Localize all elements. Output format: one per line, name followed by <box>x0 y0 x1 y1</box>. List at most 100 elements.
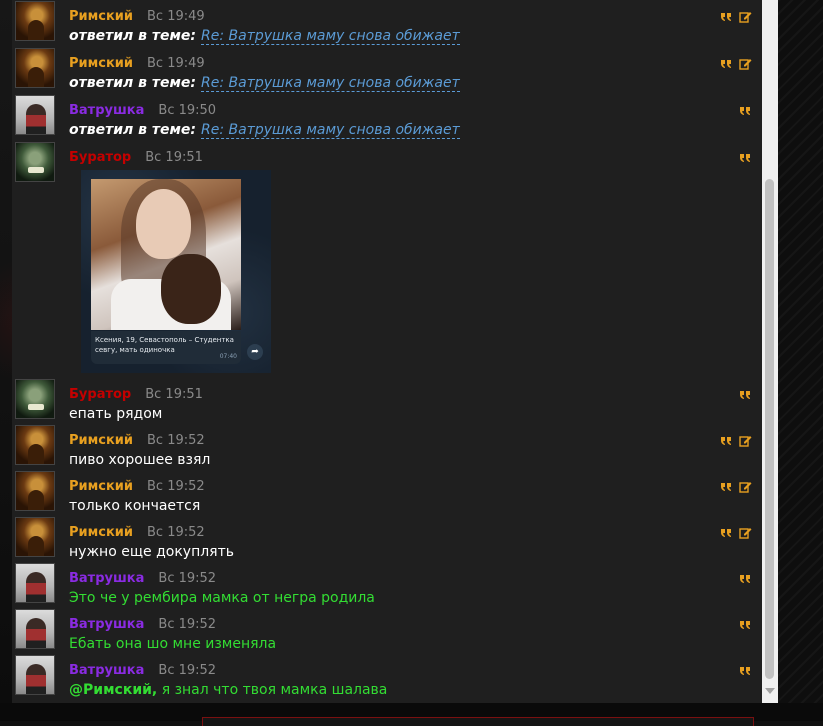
avatar[interactable] <box>15 1 55 41</box>
chat-message: Буратор Вс 19:51 епать рядом <box>12 378 762 424</box>
message-header: Буратор Вс 19:51 <box>69 388 203 402</box>
message-actions <box>720 434 752 447</box>
message-time: Вс 19:52 <box>158 617 217 632</box>
quote-icon[interactable] <box>739 664 752 677</box>
chat-message: Римский Вс 19:52 пиво хорошее взял <box>12 424 762 470</box>
message-header: Римский Вс 19:52 <box>69 480 205 494</box>
message-actions <box>720 10 752 23</box>
message-header: Ватрушка Вс 19:50 <box>69 104 216 118</box>
avatar[interactable] <box>15 517 55 557</box>
quote-icon[interactable] <box>720 526 733 539</box>
message-text: Это че у рембира мамка от негра родила <box>69 590 375 606</box>
message-header: Римский Вс 19:52 <box>69 526 205 540</box>
topic-prefix: ответил в теме: <box>69 122 197 138</box>
share-icon[interactable]: ➦ <box>247 344 263 360</box>
author-name[interactable]: Ватрушка <box>69 617 144 632</box>
message-header: Римский Вс 19:52 <box>69 434 205 448</box>
avatar[interactable] <box>15 609 55 649</box>
edit-icon[interactable] <box>739 526 752 539</box>
message-time: Вс 19:52 <box>158 571 217 586</box>
scrollbar-thumb[interactable] <box>765 179 774 679</box>
message-time: Вс 19:52 <box>158 663 217 678</box>
quote-icon[interactable] <box>720 480 733 493</box>
author-name[interactable]: Римский <box>69 433 133 448</box>
edit-icon[interactable] <box>739 480 752 493</box>
message-body: ответил в теме: Re: Ватрушка маму снова о… <box>69 121 460 139</box>
message-actions <box>739 664 752 677</box>
chat-message: Ватрушка Вс 19:52 @Римский, я знал что тв… <box>12 654 762 703</box>
quote-icon[interactable] <box>739 104 752 117</box>
edit-icon[interactable] <box>739 434 752 447</box>
topic-link[interactable]: Re: Ватрушка маму снова обижает <box>201 75 460 92</box>
author-name[interactable]: Ватрушка <box>69 663 144 678</box>
message-text: только кончается <box>69 498 201 514</box>
message-input-edge[interactable] <box>202 717 754 726</box>
mention[interactable]: @Римский, <box>69 682 157 698</box>
avatar[interactable] <box>15 471 55 511</box>
message-actions <box>739 388 752 401</box>
topic-link[interactable]: Re: Ватрушка маму снова обижает <box>201 28 460 45</box>
message-actions <box>739 104 752 117</box>
quote-icon[interactable] <box>739 572 752 585</box>
chat-message: Ватрушка Вс 19:52 Это че у рембира мамка … <box>12 562 762 608</box>
author-name[interactable]: Римский <box>69 525 133 540</box>
image-timestamp: 07:40 <box>219 353 237 360</box>
message-time: Вс 19:51 <box>145 387 203 402</box>
chat-scrollbar[interactable] <box>762 0 778 703</box>
message-time: Вс 19:49 <box>147 56 205 71</box>
avatar[interactable] <box>15 95 55 135</box>
message-time: Вс 19:51 <box>145 150 203 165</box>
chat-message: Ватрушка Вс 19:50 ответил в теме: Re: Ватр… <box>12 94 762 141</box>
quote-icon[interactable] <box>720 10 733 23</box>
message-actions <box>720 480 752 493</box>
message-time: Вс 19:49 <box>147 9 205 24</box>
message-time: Вс 19:52 <box>147 479 205 494</box>
quote-icon[interactable] <box>739 618 752 631</box>
message-actions <box>720 57 752 70</box>
message-text: епать рядом <box>69 406 163 422</box>
author-name[interactable]: Буратор <box>69 150 131 165</box>
topic-link[interactable]: Re: Ватрушка маму снова обижает <box>201 122 460 139</box>
edit-icon[interactable] <box>739 57 752 70</box>
message-text: я знал что твоя мамка шалава <box>157 682 388 698</box>
bottom-bar <box>0 703 823 726</box>
avatar[interactable] <box>15 379 55 419</box>
avatar[interactable] <box>15 142 55 182</box>
message-time: Вс 19:52 <box>147 433 205 448</box>
image-caption-text: Ксения, 19, Севастополь – Студентка севг… <box>95 336 234 354</box>
author-name[interactable]: Римский <box>69 56 133 71</box>
message-text: Ебать она шо мне изменяла <box>69 636 277 652</box>
quote-icon[interactable] <box>739 151 752 164</box>
quote-icon[interactable] <box>739 388 752 401</box>
avatar[interactable] <box>15 425 55 465</box>
topic-prefix: ответил в теме: <box>69 28 197 44</box>
topic-prefix: ответил в теме: <box>69 75 197 91</box>
message-actions <box>739 151 752 164</box>
message-body: ответил в теме: Re: Ватрушка маму снова о… <box>69 74 460 92</box>
scroll-down-icon[interactable] <box>765 688 775 694</box>
author-name[interactable]: Ватрушка <box>69 103 144 118</box>
chat-message: Римский Вс 19:52 только кончается <box>12 470 762 516</box>
message-actions <box>720 526 752 539</box>
message-time: Вс 19:50 <box>158 103 217 118</box>
avatar[interactable] <box>15 563 55 603</box>
message-header: Римский Вс 19:49 <box>69 57 205 71</box>
attached-image[interactable]: Ксения, 19, Севастополь – Студентка севг… <box>81 170 271 373</box>
page-background-right <box>778 0 823 721</box>
quote-icon[interactable] <box>720 57 733 70</box>
chat-message: Римский Вс 19:52 нужно еще докуплять <box>12 516 762 562</box>
message-body: @Римский, я знал что твоя мамка шалава <box>69 681 387 699</box>
author-name[interactable]: Римский <box>69 479 133 494</box>
message-header: Ватрушка Вс 19:52 <box>69 664 216 678</box>
chat-message: Римский Вс 19:49 ответил в теме: Re: Ватру… <box>12 47 762 94</box>
author-name[interactable]: Римский <box>69 9 133 24</box>
message-time: Вс 19:52 <box>147 525 205 540</box>
message-header: Ватрушка Вс 19:52 <box>69 572 216 586</box>
avatar[interactable] <box>15 48 55 88</box>
author-name[interactable]: Ватрушка <box>69 571 144 586</box>
author-name[interactable]: Буратор <box>69 387 131 402</box>
quote-icon[interactable] <box>720 434 733 447</box>
avatar[interactable] <box>15 655 55 695</box>
edit-icon[interactable] <box>739 10 752 23</box>
chat-message: Ватрушка Вс 19:52 Ебать она шо мне изменя… <box>12 608 762 654</box>
